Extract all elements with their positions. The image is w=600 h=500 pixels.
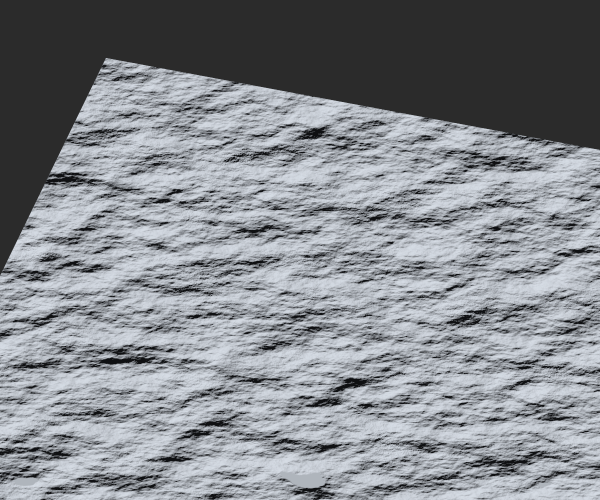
terrain-viewport[interactable]: [0, 0, 600, 500]
